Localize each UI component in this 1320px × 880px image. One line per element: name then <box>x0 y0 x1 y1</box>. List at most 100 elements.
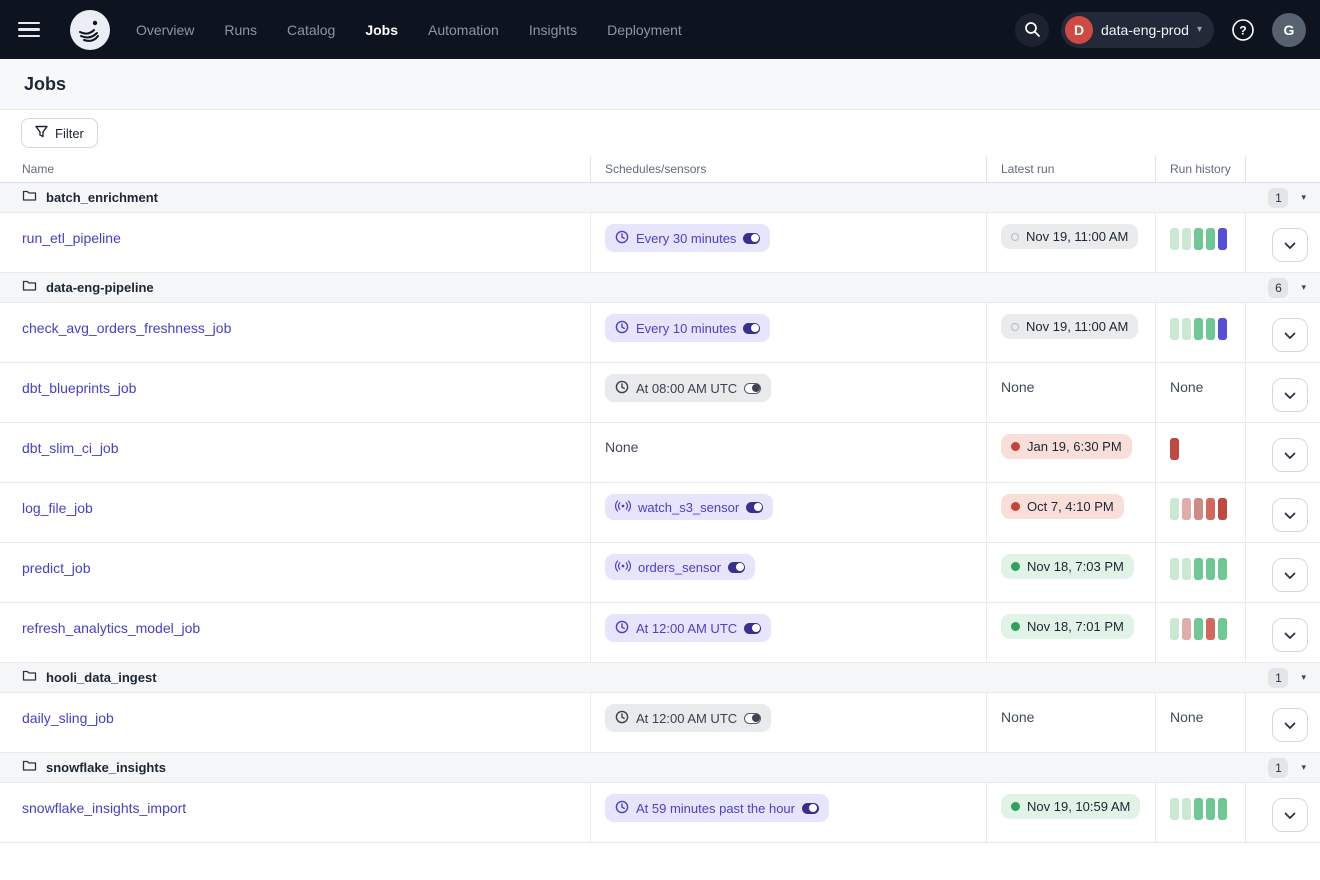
row-expand-button[interactable] <box>1272 618 1308 652</box>
job-name-link[interactable]: dbt_blueprints_job <box>22 380 136 396</box>
search-icon[interactable] <box>1015 13 1049 47</box>
run-history-bar[interactable] <box>1206 618 1215 640</box>
latest-run-badge[interactable]: Nov 19, 11:00 AM <box>1001 224 1138 249</box>
run-history-bar[interactable] <box>1194 618 1203 640</box>
schedule-toggle[interactable] <box>802 803 819 814</box>
row-expand-button[interactable] <box>1272 708 1308 742</box>
latest-run-badge[interactable]: Nov 18, 7:03 PM <box>1001 554 1134 579</box>
dagster-logo-icon[interactable] <box>70 10 110 50</box>
group-collapse-icon[interactable]: ▾ <box>1301 762 1306 773</box>
job-row: refresh_analytics_model_job At 12:00 AM U… <box>0 603 1320 663</box>
schedule-badge[interactable]: At 12:00 AM UTC <box>605 704 771 732</box>
group-row[interactable]: hooli_data_ingest1▾ <box>0 663 1320 693</box>
schedule-toggle[interactable] <box>744 383 761 394</box>
sensor-badge[interactable]: watch_s3_sensor <box>605 494 773 520</box>
run-history-bar[interactable] <box>1170 228 1179 250</box>
group-collapse-icon[interactable]: ▾ <box>1301 672 1306 683</box>
group-row[interactable]: data-eng-pipeline6▾ <box>0 273 1320 303</box>
job-name-link[interactable]: log_file_job <box>22 500 93 516</box>
run-history-bar[interactable] <box>1170 498 1179 520</box>
job-name-link[interactable]: check_avg_orders_freshness_job <box>22 320 231 336</box>
run-history-bar[interactable] <box>1218 798 1227 820</box>
run-history-bar[interactable] <box>1194 798 1203 820</box>
job-name-link[interactable]: run_etl_pipeline <box>22 230 121 246</box>
schedule-badge[interactable]: At 08:00 AM UTC <box>605 374 771 402</box>
run-history-bar[interactable] <box>1182 228 1191 250</box>
run-history-bar[interactable] <box>1170 318 1179 340</box>
run-history-bar[interactable] <box>1206 318 1215 340</box>
latest-run-badge[interactable]: Nov 18, 7:01 PM <box>1001 614 1134 639</box>
schedule-toggle[interactable] <box>743 233 760 244</box>
nav-item-catalog[interactable]: Catalog <box>287 22 335 38</box>
run-history-bar[interactable] <box>1218 618 1227 640</box>
row-expand-button[interactable] <box>1272 498 1308 532</box>
help-icon[interactable]: ? <box>1226 13 1260 47</box>
folder-icon <box>22 279 37 297</box>
schedule-toggle[interactable] <box>744 713 761 724</box>
row-expand-button[interactable] <box>1272 798 1308 832</box>
run-history-bar[interactable] <box>1206 558 1215 580</box>
run-history-bar[interactable] <box>1182 498 1191 520</box>
latest-run-badge[interactable]: Oct 7, 4:10 PM <box>1001 494 1124 519</box>
run-history-bar[interactable] <box>1206 798 1215 820</box>
run-history-bar[interactable] <box>1194 318 1203 340</box>
job-name-link[interactable]: dbt_slim_ci_job <box>22 440 119 456</box>
schedule-toggle[interactable] <box>743 323 760 334</box>
deployment-selector[interactable]: D data-eng-prod ▾ <box>1061 12 1214 48</box>
schedule-toggle[interactable] <box>744 623 761 634</box>
run-history-bar[interactable] <box>1170 798 1179 820</box>
latest-run-badge[interactable]: Nov 19, 10:59 AM <box>1001 794 1140 819</box>
run-history-bar[interactable] <box>1182 618 1191 640</box>
run-history-bar[interactable] <box>1182 318 1191 340</box>
job-name-link[interactable]: daily_sling_job <box>22 710 114 726</box>
job-name-link[interactable]: refresh_analytics_model_job <box>22 620 200 636</box>
menu-icon[interactable] <box>18 13 52 47</box>
run-history-bars <box>1170 498 1227 520</box>
run-history-bar[interactable] <box>1194 558 1203 580</box>
schedule-badge[interactable]: At 12:00 AM UTC <box>605 614 771 642</box>
nav-item-insights[interactable]: Insights <box>529 22 577 38</box>
run-status-icon <box>1011 802 1020 811</box>
row-expand-button[interactable] <box>1272 378 1308 412</box>
run-history-bar[interactable] <box>1194 228 1203 250</box>
nav-item-runs[interactable]: Runs <box>224 22 257 38</box>
run-history-bar[interactable] <box>1170 438 1179 460</box>
run-history-bar[interactable] <box>1218 498 1227 520</box>
run-history-bar[interactable] <box>1182 558 1191 580</box>
run-history-bar[interactable] <box>1218 228 1227 250</box>
latest-run-badge[interactable]: Nov 19, 11:00 AM <box>1001 314 1138 339</box>
filter-button[interactable]: Filter <box>21 118 98 148</box>
schedule-toggle[interactable] <box>728 562 745 573</box>
nav-item-overview[interactable]: Overview <box>136 22 194 38</box>
run-history-bar[interactable] <box>1194 498 1203 520</box>
row-expand-button[interactable] <box>1272 558 1308 592</box>
nav-item-deployment[interactable]: Deployment <box>607 22 682 38</box>
run-history-bar[interactable] <box>1206 228 1215 250</box>
job-name-link[interactable]: snowflake_insights_import <box>22 800 186 816</box>
avatar[interactable]: G <box>1272 13 1306 47</box>
run-history-bar[interactable] <box>1218 558 1227 580</box>
nav-item-jobs[interactable]: Jobs <box>365 22 398 38</box>
row-expand-button[interactable] <box>1272 318 1308 352</box>
row-expand-button[interactable] <box>1272 228 1308 262</box>
group-row[interactable]: batch_enrichment1▾ <box>0 183 1320 213</box>
run-history-bar[interactable] <box>1218 318 1227 340</box>
schedule-badge[interactable]: At 59 minutes past the hour <box>605 794 829 822</box>
job-row: run_etl_pipeline Every 30 minutes Nov 19, … <box>0 213 1320 273</box>
group-collapse-icon[interactable]: ▾ <box>1301 282 1306 293</box>
run-history-bar[interactable] <box>1170 618 1179 640</box>
schedule-badge[interactable]: Every 30 minutes <box>605 224 770 252</box>
run-history-bar[interactable] <box>1206 498 1215 520</box>
schedule-label: Every 10 minutes <box>636 321 736 336</box>
latest-run-badge[interactable]: Jan 19, 6:30 PM <box>1001 434 1132 459</box>
nav-item-automation[interactable]: Automation <box>428 22 499 38</box>
schedule-toggle[interactable] <box>746 502 763 513</box>
run-history-bar[interactable] <box>1182 798 1191 820</box>
group-row[interactable]: snowflake_insights1▾ <box>0 753 1320 783</box>
group-collapse-icon[interactable]: ▾ <box>1301 192 1306 203</box>
run-history-bar[interactable] <box>1170 558 1179 580</box>
job-name-link[interactable]: predict_job <box>22 560 91 576</box>
row-expand-button[interactable] <box>1272 438 1308 472</box>
sensor-badge[interactable]: orders_sensor <box>605 554 755 580</box>
schedule-badge[interactable]: Every 10 minutes <box>605 314 770 342</box>
